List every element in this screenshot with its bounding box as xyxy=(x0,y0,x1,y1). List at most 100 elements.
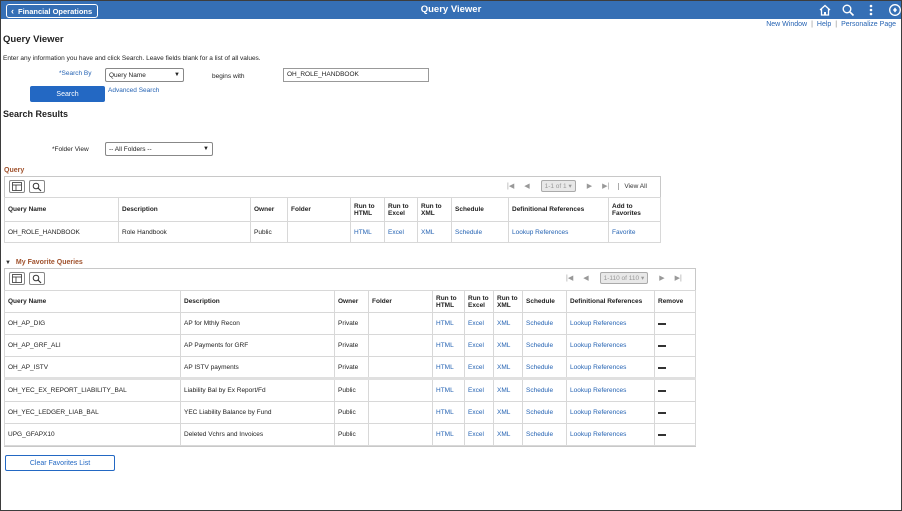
run-to-html-link[interactable]: HTML xyxy=(436,364,454,371)
last-page-icon[interactable]: ▶| xyxy=(602,182,609,190)
remove-icon[interactable] xyxy=(658,412,666,414)
search-results-heading: Search Results xyxy=(3,109,69,119)
home-icon[interactable] xyxy=(818,3,832,17)
run-to-xml-link[interactable]: XML xyxy=(497,342,510,349)
first-page-icon[interactable]: |◀ xyxy=(566,274,573,282)
advanced-search-link[interactable]: Advanced Search xyxy=(108,87,159,94)
table-row: UPG_GFAPX10 Deleted Vchrs and Invoices P… xyxy=(4,423,696,446)
schedule-link[interactable]: Schedule xyxy=(526,387,553,394)
lookup-references-link[interactable]: Lookup References xyxy=(570,320,626,327)
column-header: Definitional References xyxy=(508,197,609,222)
run-to-excel-link[interactable]: Excel xyxy=(468,387,484,394)
schedule-link[interactable]: Schedule xyxy=(455,229,482,236)
first-page-icon[interactable]: |◀ xyxy=(507,182,514,190)
find-in-grid-icon[interactable] xyxy=(29,272,45,285)
lookup-references-link[interactable]: Lookup References xyxy=(570,342,626,349)
remove-icon[interactable] xyxy=(658,434,666,436)
personalize-page-link[interactable]: Personalize Page xyxy=(841,21,896,28)
page-range-select[interactable]: 1-110 of 110 ▾ xyxy=(599,272,649,284)
owner-cell: Public xyxy=(334,378,369,402)
remove-icon[interactable] xyxy=(658,366,666,369)
new-window-link[interactable]: New Window xyxy=(766,21,807,28)
remove-icon[interactable] xyxy=(658,345,666,347)
run-to-xml-link[interactable]: XML xyxy=(497,387,510,394)
link-separator: | xyxy=(811,21,813,28)
column-header: Run to Excel xyxy=(384,197,418,222)
collapse-triangle-icon: ▼ xyxy=(5,260,11,266)
add-favorite-link[interactable]: Favorite xyxy=(612,229,635,236)
search-by-label: *Search By xyxy=(59,70,92,77)
query-name-cell: UPG_GFAPX10 xyxy=(4,423,181,446)
clear-favorites-button[interactable]: Clear Favorites List xyxy=(5,455,115,471)
description-cell: Liability Bal by Ex Report/Fd xyxy=(180,378,335,402)
search-icon[interactable] xyxy=(841,3,855,17)
run-to-xml-link[interactable]: XML xyxy=(421,229,434,236)
favorites-table: Query Name Description Owner Folder Run … xyxy=(4,290,696,446)
run-to-excel-link[interactable]: Excel xyxy=(468,409,484,416)
folder-cell xyxy=(368,312,433,335)
lookup-references-link[interactable]: Lookup References xyxy=(570,364,626,371)
search-button[interactable]: Search xyxy=(30,86,105,102)
column-header: Description xyxy=(180,290,335,313)
page-range-value: 1-110 of 110 xyxy=(603,274,640,282)
last-page-icon[interactable]: ▶| xyxy=(675,274,682,282)
remove-icon[interactable] xyxy=(658,323,666,325)
run-to-html-link[interactable]: HTML xyxy=(436,387,454,394)
search-by-select[interactable]: Query Name ▼ xyxy=(105,68,184,82)
run-to-html-link[interactable]: HTML xyxy=(436,431,454,438)
run-to-xml-link[interactable]: XML xyxy=(497,364,510,371)
schedule-link[interactable]: Schedule xyxy=(526,431,553,438)
run-to-xml-link[interactable]: XML xyxy=(497,320,510,327)
previous-page-icon[interactable]: ◀ xyxy=(583,274,588,282)
schedule-link[interactable]: Schedule xyxy=(526,342,553,349)
schedule-link[interactable]: Schedule xyxy=(526,364,553,371)
search-value-input[interactable]: OH_ROLE_HANDBOOK xyxy=(283,68,429,82)
navbar-icon[interactable] xyxy=(887,3,901,17)
operator-label: begins with xyxy=(212,73,245,80)
lookup-references-link[interactable]: Lookup References xyxy=(512,229,568,236)
run-to-html-link[interactable]: HTML xyxy=(436,320,454,327)
run-to-xml-link[interactable]: XML xyxy=(497,431,510,438)
schedule-link[interactable]: Schedule xyxy=(526,320,553,327)
favorites-grid-title: My Favorite Queries xyxy=(15,259,83,266)
column-header: Run to XML xyxy=(417,197,452,222)
view-all-link[interactable]: View All xyxy=(618,182,647,190)
help-link[interactable]: Help xyxy=(817,21,831,28)
lookup-references-link[interactable]: Lookup References xyxy=(570,409,626,416)
find-in-grid-icon[interactable] xyxy=(29,180,45,193)
folder-cell xyxy=(368,356,433,379)
owner-cell: Public xyxy=(334,423,369,446)
run-to-html-link[interactable]: HTML xyxy=(436,409,454,416)
description-cell: YEC Liability Balance by Fund xyxy=(180,401,335,424)
column-header: Folder xyxy=(368,290,433,313)
previous-page-icon[interactable]: ◀ xyxy=(524,182,529,190)
personalize-grid-icon[interactable] xyxy=(9,272,25,285)
table-row: OH_ROLE_HANDBOOK Role Handbook Public HT… xyxy=(4,221,661,243)
favorites-section-header[interactable]: ▼ My Favorite Queries xyxy=(5,259,83,266)
next-page-icon[interactable]: ▶ xyxy=(587,182,592,190)
remove-icon[interactable] xyxy=(658,390,666,392)
run-to-excel-link[interactable]: Excel xyxy=(468,320,484,327)
link-separator: | xyxy=(835,21,838,28)
run-to-html-link[interactable]: HTML xyxy=(354,229,372,236)
query-name-cell: OH_AP_DIG xyxy=(4,312,181,335)
schedule-link[interactable]: Schedule xyxy=(526,409,553,416)
lookup-references-link[interactable]: Lookup References xyxy=(570,387,626,394)
run-to-excel-link[interactable]: Excel xyxy=(468,342,484,349)
run-to-excel-link[interactable]: Excel xyxy=(388,229,404,236)
run-to-xml-link[interactable]: XML xyxy=(497,409,510,416)
favorites-grid-pager: |◀ ◀ 1-110 of 110 ▾ ▶ ▶| xyxy=(561,272,687,284)
actions-menu-icon[interactable] xyxy=(864,3,878,17)
instructions-text: Enter any information you have and click… xyxy=(3,55,261,62)
top-links: New Window | Help | Personalize Page xyxy=(766,21,896,28)
run-to-excel-link[interactable]: Excel xyxy=(468,431,484,438)
page-range-select[interactable]: 1-1 of 1 ▾ xyxy=(540,180,576,192)
run-to-html-link[interactable]: HTML xyxy=(436,342,454,349)
column-header: Query Name xyxy=(4,197,119,222)
lookup-references-link[interactable]: Lookup References xyxy=(570,431,626,438)
folder-view-select[interactable]: -- All Folders -- ▼ xyxy=(105,142,213,156)
personalize-grid-icon[interactable] xyxy=(9,180,25,193)
run-to-excel-link[interactable]: Excel xyxy=(468,364,484,371)
next-page-icon[interactable]: ▶ xyxy=(659,274,664,282)
column-header: Run to XML xyxy=(493,290,523,313)
